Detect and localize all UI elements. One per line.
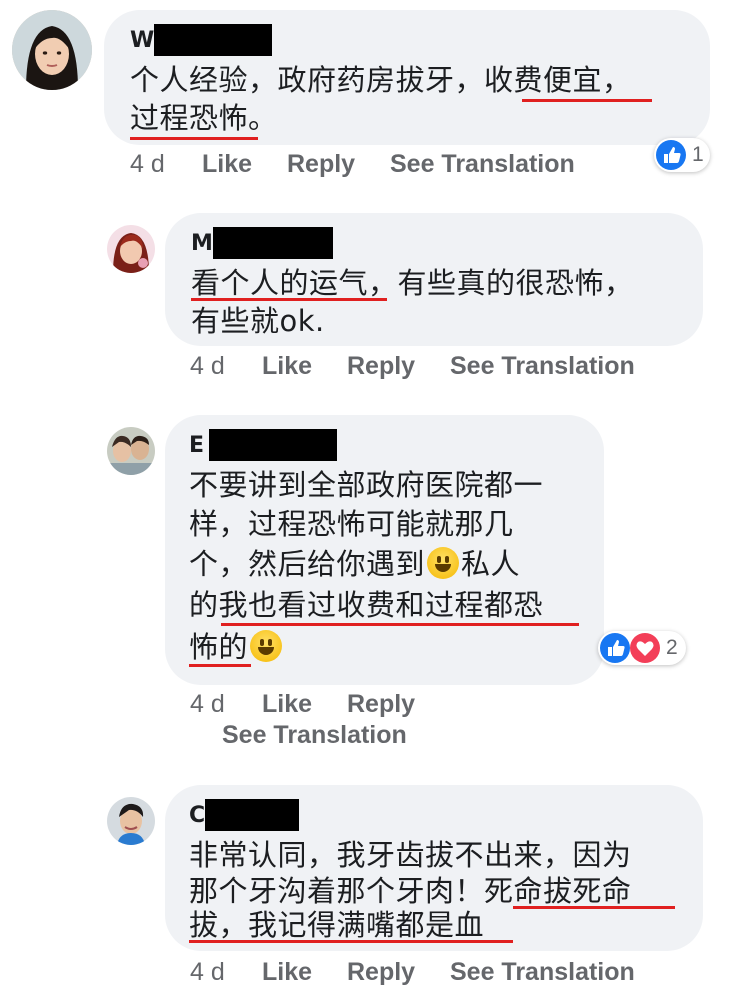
like-button[interactable]: Like	[262, 690, 312, 719]
timestamp[interactable]: 4 d	[190, 958, 225, 987]
comment-text-line: 有些就ok.	[191, 304, 325, 338]
heart-icon	[630, 633, 660, 663]
underline	[130, 137, 258, 140]
reaction-summary[interactable]: 2	[598, 631, 686, 665]
avatar[interactable]	[107, 225, 155, 273]
underline	[513, 906, 675, 909]
avatar[interactable]	[12, 10, 92, 90]
redacted-name	[213, 227, 333, 259]
comment-text-line: 非常认同，我牙齿拔不出来，因为	[189, 838, 632, 872]
comment-text-line: 个人经验，政府药房拔牙，收费便宜，	[130, 63, 632, 97]
redacted-name	[209, 429, 337, 461]
underline	[221, 623, 579, 626]
comment-bubble: E 不要讲到全部政府医院都一 样，过程恐怖可能就那几 个，然后给你遇到 私人 的我…	[165, 415, 604, 685]
underline	[189, 664, 251, 667]
comment-text-fragment: 怖的	[189, 630, 249, 664]
see-translation-button[interactable]: See Translation	[450, 958, 635, 987]
author-name[interactable]: M	[191, 231, 213, 256]
avatar-photo	[107, 225, 155, 273]
avatar[interactable]	[107, 797, 155, 845]
redacted-name	[154, 24, 272, 56]
grinning-face-emoji	[250, 630, 283, 662]
comment-text-line: 样，过程恐怖可能就那几	[189, 507, 514, 541]
comment-bubble: W 个人经验，政府药房拔牙，收费便宜， 过程恐怖。	[104, 10, 710, 145]
avatar-photo	[12, 10, 92, 90]
like-button[interactable]: Like	[202, 150, 252, 179]
avatar-photo	[107, 797, 155, 845]
underline	[189, 940, 513, 943]
author-name[interactable]: C	[189, 803, 205, 828]
comment-bubble: C 非常认同，我牙齿拔不出来，因为 那个牙沟着那个牙肉！死命拔死命 拔，我记得满…	[165, 785, 703, 951]
reply-button[interactable]: Reply	[347, 958, 415, 987]
comment-text-line: 个，然后给你遇到 私人	[189, 544, 520, 584]
thumbs-up-icon	[600, 633, 630, 663]
reply-button[interactable]: Reply	[287, 150, 355, 179]
comment-text-line: 不要讲到全部政府医院都一	[189, 468, 544, 502]
redacted-name	[205, 799, 299, 831]
see-translation-button[interactable]: See Translation	[390, 150, 575, 179]
timestamp[interactable]: 4 d	[190, 690, 225, 719]
see-translation-button[interactable]: See Translation	[222, 721, 407, 750]
like-button[interactable]: Like	[262, 958, 312, 987]
reply-button[interactable]: Reply	[347, 352, 415, 381]
author-name[interactable]: E	[189, 433, 204, 458]
avatar[interactable]	[107, 427, 155, 475]
underline	[191, 298, 387, 301]
comment-text-line: 的我也看过收费和过程都恐	[189, 588, 544, 622]
comment-bubble: M 看个人的运气，有些真的很恐怖， 有些就ok.	[165, 213, 703, 346]
comment-text-line: 看个人的运气，有些真的很恐怖，	[191, 266, 634, 300]
reaction-count: 2	[666, 636, 678, 659]
comment-text-fragment: 个，然后给你遇到	[189, 547, 426, 581]
comment-text-fragment: 私人	[461, 547, 521, 581]
comment-text-line: 过程恐怖。	[130, 101, 278, 135]
like-button[interactable]: Like	[262, 352, 312, 381]
comment-text-line: 拔，我记得满嘴都是血	[189, 908, 485, 942]
reaction-summary[interactable]: 1	[654, 138, 710, 172]
see-translation-button[interactable]: See Translation	[450, 352, 635, 381]
comment-text-line: 怖的	[189, 627, 284, 667]
reaction-count: 1	[692, 143, 704, 166]
thumbs-up-icon	[656, 140, 686, 170]
timestamp[interactable]: 4 d	[190, 352, 225, 381]
timestamp[interactable]: 4 d	[130, 150, 165, 179]
author-name[interactable]: W	[130, 28, 154, 53]
grinning-face-emoji	[427, 547, 460, 579]
avatar-photo	[107, 427, 155, 475]
reply-button[interactable]: Reply	[347, 690, 415, 719]
underline	[522, 99, 652, 102]
